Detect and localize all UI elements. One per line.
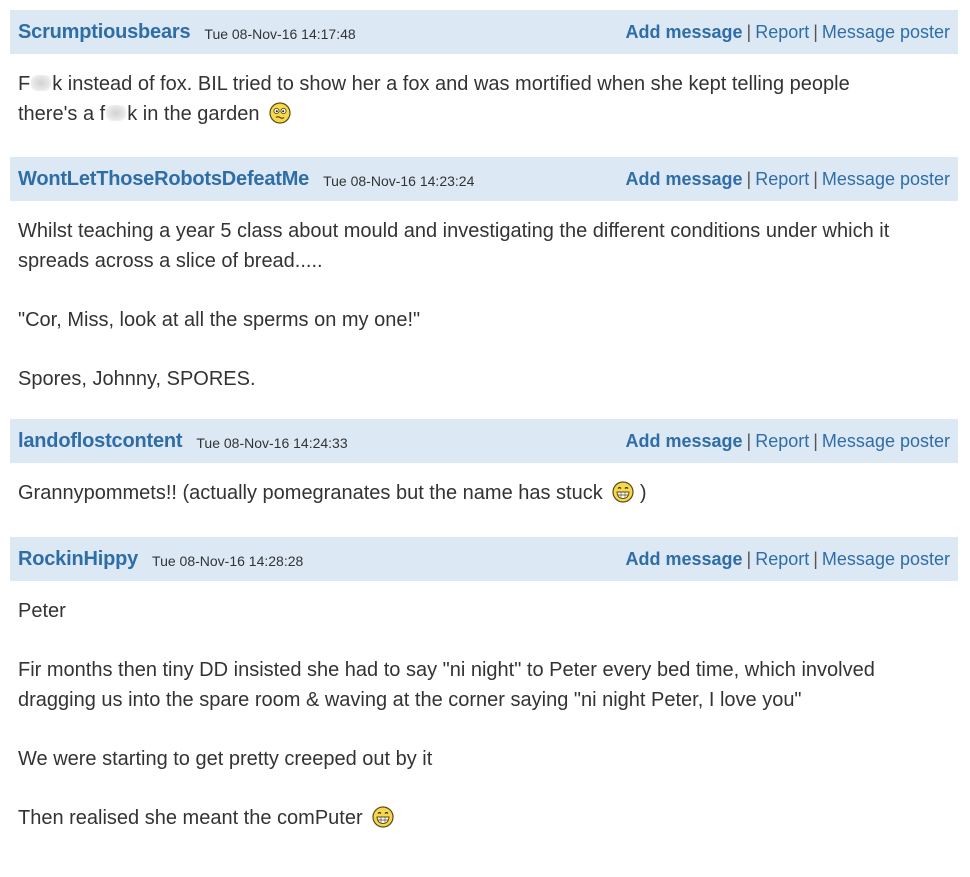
post-paragraph: Fir months then tiny DD insisted she had…	[18, 659, 875, 711]
post-paragraph: Then realised she meant the comPuter	[18, 804, 950, 834]
post-body: Whilst teaching a year 5 class about mou…	[10, 201, 958, 394]
post-actions: Add message | Report | Message poster	[625, 549, 950, 570]
poster-name[interactable]: landoflostcontent	[18, 430, 183, 453]
post-paragraph: Peter	[18, 600, 66, 622]
report-link[interactable]: Report	[755, 169, 809, 189]
post-text: there's a f	[18, 102, 106, 125]
post: WontLetThoseRobotsDefeatMe Tue 08-Nov-16…	[10, 157, 958, 394]
censored-blur	[31, 75, 52, 91]
poster-name[interactable]: WontLetThoseRobotsDefeatMe	[18, 168, 309, 191]
report-link[interactable]: Report	[755, 22, 809, 42]
post-actions: Add message | Report | Message poster	[625, 169, 950, 190]
censored-blur	[106, 104, 127, 121]
separator: |	[746, 548, 752, 569]
report-link[interactable]: Report	[755, 549, 809, 569]
separator: |	[813, 168, 818, 189]
add-message-link[interactable]: Add message	[625, 431, 742, 451]
post-body: Peter Fir months then tiny DD insisted s…	[10, 581, 958, 833]
post-actions: Add message | Report | Message poster	[625, 22, 950, 43]
grinning-face-icon	[612, 481, 634, 503]
separator: |	[746, 21, 752, 42]
separator: |	[813, 21, 818, 42]
message-poster-link[interactable]: Message poster	[822, 431, 950, 451]
post: Scrumptiousbears Tue 08-Nov-16 14:17:48 …	[10, 10, 958, 129]
post-text: k instead of fox. BIL tried to show her …	[52, 73, 850, 95]
post: landoflostcontent Tue 08-Nov-16 14:24:33…	[10, 419, 958, 509]
message-poster-link[interactable]: Message poster	[822, 549, 950, 569]
post-paragraph: Spores, Johnny, SPORES.	[18, 367, 256, 390]
separator: |	[746, 430, 752, 451]
post-text: Grannypommets!! (actually pomegranates b…	[18, 482, 603, 504]
post-body: Fk instead of fox. BIL tried to show her…	[10, 54, 958, 129]
message-poster-link[interactable]: Message poster	[822, 169, 950, 189]
post-header: RockinHippy Tue 08-Nov-16 14:28:28 Add m…	[10, 537, 958, 581]
post-text: Then realised she meant the comPuter	[18, 806, 363, 829]
separator: |	[813, 548, 818, 569]
poster-name[interactable]: RockinHippy	[18, 548, 138, 571]
post-paragraph: Fk instead of fox. BIL tried to show her…	[18, 70, 950, 129]
add-message-link[interactable]: Add message	[625, 22, 742, 42]
post-header: Scrumptiousbears Tue 08-Nov-16 14:17:48 …	[10, 10, 958, 54]
separator: |	[813, 430, 818, 451]
add-message-link[interactable]: Add message	[625, 169, 742, 189]
post-paragraph: "Cor, Miss, look at all the sperms on my…	[18, 308, 421, 331]
poster-name[interactable]: Scrumptiousbears	[18, 21, 191, 44]
post-timestamp: Tue 08-Nov-16 14:28:28	[152, 552, 304, 569]
grinning-face-icon	[372, 805, 394, 828]
post-paragraph: Grannypommets!! (actually pomegranates b…	[18, 479, 950, 509]
add-message-link[interactable]: Add message	[625, 549, 742, 569]
post-header: landoflostcontent Tue 08-Nov-16 14:24:33…	[10, 419, 958, 463]
post-paragraph: Whilst teaching a year 5 class about mou…	[18, 220, 890, 272]
post-paragraph: We were starting to get pretty creeped o…	[18, 747, 433, 770]
post-actions: Add message | Report | Message poster	[625, 431, 950, 452]
post: RockinHippy Tue 08-Nov-16 14:28:28 Add m…	[10, 537, 958, 833]
post-text: F	[18, 73, 31, 95]
post-timestamp: Tue 08-Nov-16 14:23:24	[323, 172, 475, 189]
message-poster-link[interactable]: Message poster	[822, 22, 950, 42]
post-text: )	[639, 482, 647, 504]
separator: |	[746, 168, 752, 189]
post-header: WontLetThoseRobotsDefeatMe Tue 08-Nov-16…	[10, 157, 958, 201]
post-body: Grannypommets!! (actually pomegranates b…	[10, 463, 958, 509]
confused-face-icon	[269, 101, 291, 124]
post-timestamp: Tue 08-Nov-16 14:17:48	[204, 25, 356, 42]
report-link[interactable]: Report	[755, 431, 809, 451]
post-timestamp: Tue 08-Nov-16 14:24:33	[196, 434, 348, 451]
post-text: k in the garden	[127, 102, 260, 125]
